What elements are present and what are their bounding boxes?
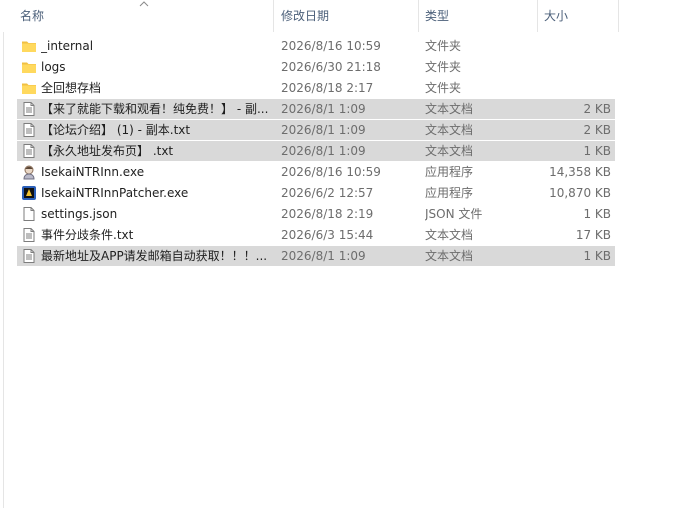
file-size xyxy=(537,78,611,98)
file-modified-date: 2026/8/1 1:09 xyxy=(281,144,366,158)
file-name: 【来了就能下载和观看！纯免费！】 - 副... xyxy=(41,102,269,116)
file-type: 应用程序 xyxy=(425,165,474,179)
file-modified-date: 2026/8/1 1:09 xyxy=(281,249,366,263)
file-name: IsekaiNTRInn.exe xyxy=(41,165,145,179)
file-type: 文本文档 xyxy=(425,249,474,263)
app-character-icon xyxy=(21,164,37,180)
column-header-bar: 名称 修改日期 类型 大小 xyxy=(0,0,697,32)
file-row[interactable]: settings.json 2026/8/18 2:19 JSON 文件 1 KB xyxy=(17,204,615,224)
file-modified-date: 2026/8/1 1:09 xyxy=(281,123,366,137)
file-modified-date: 2026/8/16 10:59 xyxy=(281,39,381,53)
sort-ascending-icon xyxy=(139,1,149,7)
column-header-date[interactable]: 修改日期 xyxy=(276,0,418,32)
folder-icon xyxy=(21,80,37,96)
file-size: 14,358 KB xyxy=(549,165,611,179)
column-divider[interactable] xyxy=(418,0,419,32)
file-name: 事件分歧条件.txt xyxy=(41,228,134,242)
file-type: 文件夹 xyxy=(425,60,462,74)
text-file-icon xyxy=(21,227,37,243)
file-name: 【永久地址发布页】 .txt xyxy=(41,144,174,158)
file-size: 1 KB xyxy=(583,144,611,158)
file-explorer: 名称 修改日期 类型 大小 _internal 2026/8/16 10:59 文件… xyxy=(0,0,697,508)
file-size: 1 KB xyxy=(583,249,611,263)
patcher-app-icon xyxy=(21,185,37,201)
file-type: 文件夹 xyxy=(425,81,462,95)
file-row[interactable]: 【来了就能下载和观看！纯免费！】 - 副... 2026/8/1 1:09 文本文档… xyxy=(17,99,615,119)
file-type: 文件夹 xyxy=(425,39,462,53)
file-row[interactable]: 事件分歧条件.txt 2026/6/3 15:44 文本文档 17 KB xyxy=(17,225,615,245)
column-header-size[interactable]: 大小 xyxy=(539,0,618,32)
file-size xyxy=(537,57,611,77)
file-row[interactable]: 【论坛介绍】 (1) - 副本.txt 2026/8/1 1:09 文本文档 2 KB xyxy=(17,120,615,140)
file-modified-date: 2026/6/30 21:18 xyxy=(281,60,381,74)
file-modified-date: 2026/8/16 10:59 xyxy=(281,165,381,179)
file-modified-date: 2026/6/3 15:44 xyxy=(281,228,374,242)
file-type: JSON 文件 xyxy=(425,207,483,221)
file-name: settings.json xyxy=(41,207,118,221)
file-row[interactable]: 全回想存档 2026/8/18 2:17 文件夹 xyxy=(17,78,615,98)
file-size: 2 KB xyxy=(583,102,611,116)
text-file-icon xyxy=(21,248,37,264)
text-file-icon xyxy=(21,143,37,159)
file-row[interactable]: 最新地址及APP请发邮箱自动获取！！！... 2026/8/1 1:09 文本文档 1… xyxy=(17,246,615,266)
file-type: 文本文档 xyxy=(425,102,474,116)
folder-icon xyxy=(21,59,37,75)
file-type: 文本文档 xyxy=(425,123,474,137)
file-type: 应用程序 xyxy=(425,186,474,200)
file-name: 【论坛介绍】 (1) - 副本.txt xyxy=(41,123,191,137)
file-size: 17 KB xyxy=(575,228,611,242)
file-name: 全回想存档 xyxy=(41,81,102,95)
file-modified-date: 2026/8/18 2:17 xyxy=(281,81,374,95)
column-header-type[interactable]: 类型 xyxy=(420,0,537,32)
text-file-icon xyxy=(21,122,37,138)
file-name: IsekaiNTRInnPatcher.exe xyxy=(41,186,189,200)
file-type: 文本文档 xyxy=(425,228,474,242)
file-size: 2 KB xyxy=(583,123,611,137)
column-divider[interactable] xyxy=(618,0,619,32)
file-size: 1 KB xyxy=(583,207,611,221)
pane-left-border xyxy=(3,0,4,508)
blank-file-icon xyxy=(21,206,37,222)
file-row[interactable]: IsekaiNTRInn.exe 2026/8/16 10:59 应用程序 14,35… xyxy=(17,162,615,182)
file-modified-date: 2026/8/1 1:09 xyxy=(281,102,366,116)
file-row[interactable]: IsekaiNTRInnPatcher.exe 2026/6/2 12:57 应用程… xyxy=(17,183,615,203)
file-name: logs xyxy=(41,60,66,74)
file-size xyxy=(537,36,611,56)
column-divider[interactable] xyxy=(537,0,538,32)
file-modified-date: 2026/6/2 12:57 xyxy=(281,186,374,200)
text-file-icon xyxy=(21,101,37,117)
column-divider[interactable] xyxy=(273,0,274,32)
file-name: _internal xyxy=(41,39,94,53)
file-size: 10,870 KB xyxy=(549,186,611,200)
file-row[interactable]: 【永久地址发布页】 .txt 2026/8/1 1:09 文本文档 1 KB xyxy=(17,141,615,161)
file-row[interactable]: logs 2026/6/30 21:18 文件夹 xyxy=(17,57,615,77)
file-type: 文本文档 xyxy=(425,144,474,158)
folder-icon xyxy=(21,38,37,54)
file-row[interactable]: _internal 2026/8/16 10:59 文件夹 xyxy=(17,36,615,56)
file-name: 最新地址及APP请发邮箱自动获取！！！... xyxy=(41,249,268,263)
file-modified-date: 2026/8/18 2:19 xyxy=(281,207,374,221)
